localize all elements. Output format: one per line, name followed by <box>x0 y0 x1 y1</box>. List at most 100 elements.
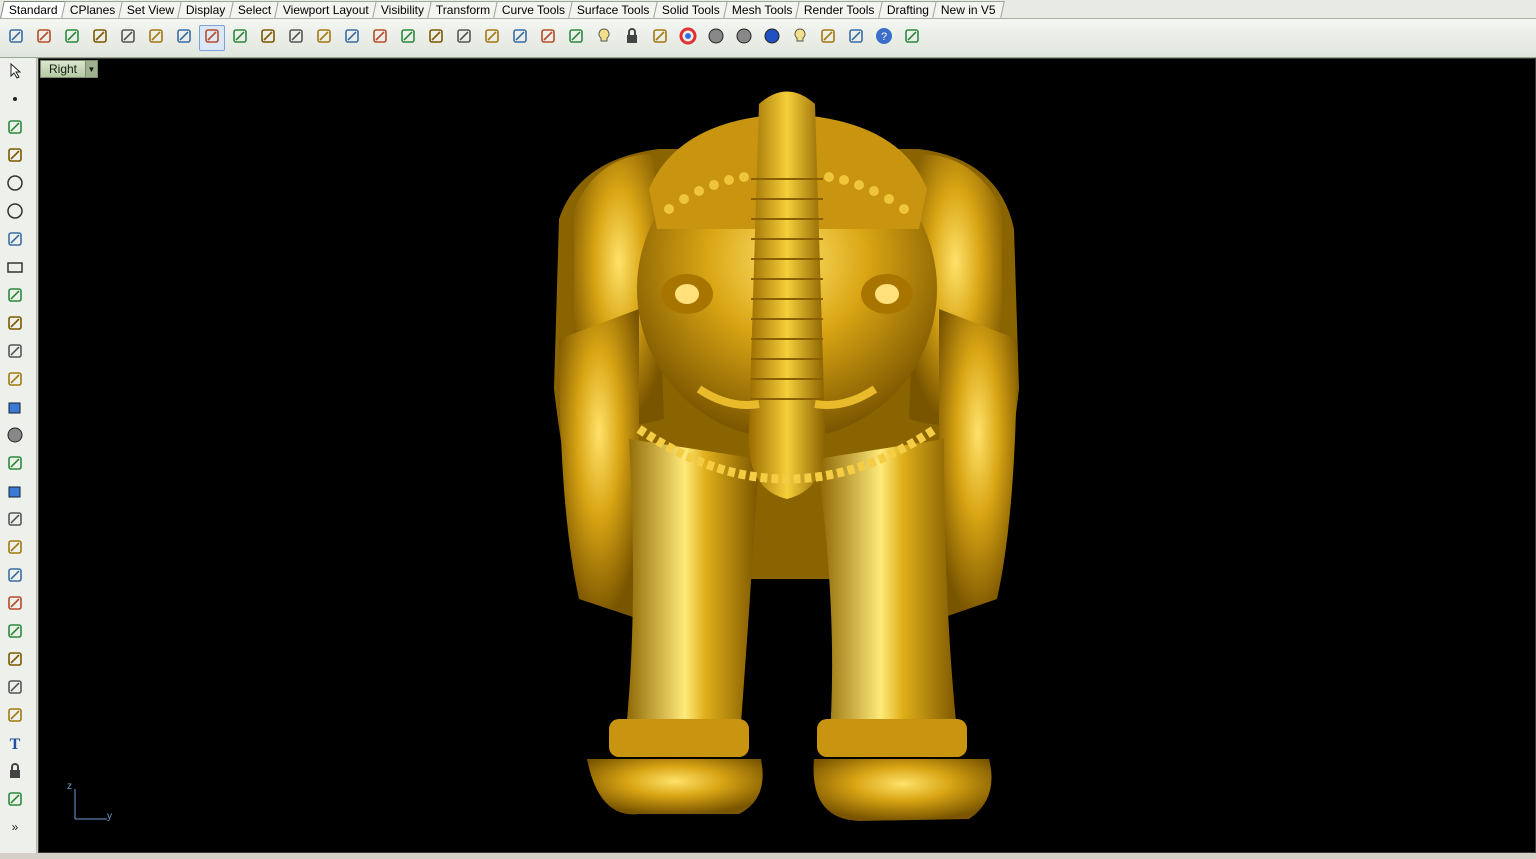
tab-drafting[interactable]: Drafting <box>877 1 938 18</box>
dimension-tools-button[interactable] <box>4 566 26 588</box>
cylinder-button[interactable] <box>4 454 26 476</box>
help-button[interactable]: ? <box>871 25 897 51</box>
elephant-model[interactable] <box>39 59 1536 853</box>
tab-set-view[interactable]: Set View <box>118 1 184 18</box>
options-icon <box>818 26 838 51</box>
tab-mesh-tools[interactable]: Mesh Tools <box>722 1 801 18</box>
zoom-selected-button[interactable] <box>395 25 421 51</box>
ghost-button[interactable] <box>731 25 757 51</box>
rectangle-button[interactable] <box>4 258 26 280</box>
zoom-window-button[interactable] <box>339 25 365 51</box>
car-button[interactable] <box>479 25 505 51</box>
color-wheel-button[interactable] <box>675 25 701 51</box>
tab-render-tools[interactable]: Render Tools <box>795 1 884 18</box>
svg-text:»: » <box>12 820 19 834</box>
tab-display[interactable]: Display <box>177 1 235 18</box>
pan-button[interactable] <box>255 25 281 51</box>
dimension-button[interactable] <box>843 25 869 51</box>
rotate-view-button[interactable] <box>283 25 309 51</box>
print-button[interactable] <box>87 25 113 51</box>
tab-standard[interactable]: Standard <box>0 1 67 18</box>
render-button[interactable] <box>759 25 785 51</box>
lock-button[interactable] <box>619 25 645 51</box>
axis-y-label: y <box>107 811 112 822</box>
copy-icon <box>174 26 194 51</box>
curve-from-object-icon <box>5 537 25 562</box>
light-button[interactable] <box>591 25 617 51</box>
arc-button[interactable] <box>4 230 26 252</box>
ellipse-button[interactable] <box>4 202 26 224</box>
tab-label: Display <box>186 3 226 17</box>
explode-button[interactable] <box>4 650 26 672</box>
ellipse-icon <box>5 201 25 226</box>
import-button[interactable] <box>115 25 141 51</box>
loft-button[interactable] <box>4 370 26 392</box>
polyline-button[interactable] <box>4 118 26 140</box>
tab-viewport-layout[interactable]: Viewport Layout <box>274 1 378 18</box>
layer-button[interactable] <box>647 25 673 51</box>
group-button[interactable] <box>4 790 26 812</box>
circle-icon <box>5 173 25 198</box>
fillet-icon <box>5 313 25 338</box>
tab-solid-tools[interactable]: Solid Tools <box>652 1 729 18</box>
select-arrow-button[interactable] <box>4 62 26 84</box>
copy-button[interactable] <box>171 25 197 51</box>
command-button[interactable] <box>899 25 925 51</box>
text-button[interactable]: T <box>4 734 26 756</box>
paste-button[interactable] <box>199 25 225 51</box>
shade-button[interactable] <box>703 25 729 51</box>
mesh-button[interactable] <box>4 482 26 504</box>
boolean-button[interactable] <box>4 622 26 644</box>
tab-new-in-v5[interactable]: New in V5 <box>931 1 1005 18</box>
tab-label: Standard <box>8 3 58 17</box>
tab-curve-tools[interactable]: Curve Tools <box>493 1 575 18</box>
four-viewports-button[interactable] <box>451 25 477 51</box>
tab-transform[interactable]: Transform <box>427 1 499 18</box>
curve-from-object-button[interactable] <box>4 538 26 560</box>
surface-button[interactable] <box>4 342 26 364</box>
save-icon <box>62 26 82 51</box>
cut-button[interactable] <box>143 25 169 51</box>
point-button[interactable] <box>4 90 26 112</box>
snap-button[interactable] <box>563 25 589 51</box>
tab-cplanes[interactable]: CPlanes <box>60 1 124 18</box>
edit-curve-button[interactable] <box>4 678 26 700</box>
tab-visibility[interactable]: Visibility <box>371 1 433 18</box>
zoom-button[interactable] <box>311 25 337 51</box>
tab-select[interactable]: Select <box>228 1 280 18</box>
pan-icon <box>258 26 278 51</box>
zoom-extents-button[interactable] <box>367 25 393 51</box>
sphere-button[interactable] <box>4 426 26 448</box>
undo-view-button[interactable] <box>423 25 449 51</box>
text-icon: T <box>5 733 25 758</box>
cplane-button[interactable] <box>535 25 561 51</box>
save-button[interactable] <box>59 25 85 51</box>
split-button[interactable] <box>4 594 26 616</box>
rebuild-button[interactable] <box>4 706 26 728</box>
transform-button[interactable] <box>4 510 26 532</box>
options-button[interactable] <box>815 25 841 51</box>
polygon-icon <box>5 285 25 310</box>
block-icon <box>5 761 25 786</box>
tab-label: Solid Tools <box>661 3 720 17</box>
grid-car-icon <box>510 26 530 51</box>
undo-button[interactable] <box>227 25 253 51</box>
spotlight-button[interactable] <box>787 25 813 51</box>
polygon-button[interactable] <box>4 286 26 308</box>
grid-car-button[interactable] <box>507 25 533 51</box>
tab-label: Set View <box>126 3 175 17</box>
block-button[interactable] <box>4 762 26 784</box>
open-button[interactable] <box>31 25 57 51</box>
cplane-icon <box>538 26 558 51</box>
circle-button[interactable] <box>4 174 26 196</box>
snap-icon <box>566 26 586 51</box>
right-viewport[interactable]: Right ▼ z y <box>38 58 1536 853</box>
fillet-button[interactable] <box>4 314 26 336</box>
box-button[interactable] <box>4 398 26 420</box>
import-icon <box>118 26 138 51</box>
tab-surface-tools[interactable]: Surface Tools <box>568 1 659 18</box>
curve-button[interactable] <box>4 146 26 168</box>
more-button[interactable]: » <box>4 818 26 840</box>
rebuild-icon <box>5 705 25 730</box>
new-button[interactable] <box>3 25 29 51</box>
